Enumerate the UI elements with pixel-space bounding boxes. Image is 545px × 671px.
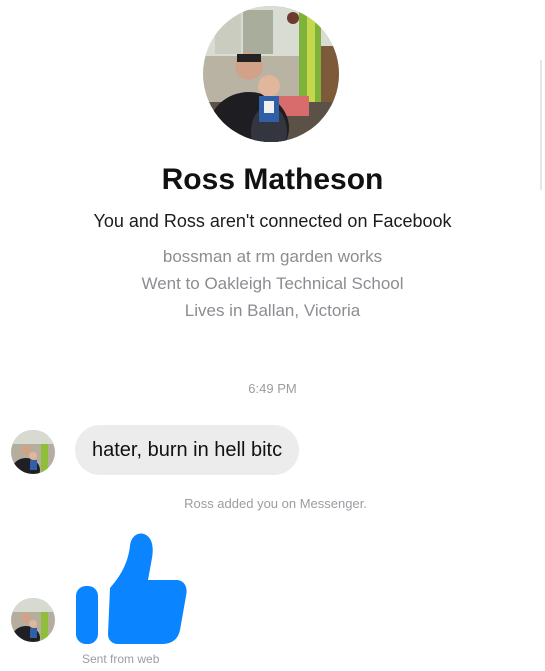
thumbs-up-icon[interactable] [70, 530, 188, 645]
message-timestamp: 6:49 PM [248, 381, 297, 396]
sender-avatar[interactable] [11, 430, 55, 474]
detail-work: bossman at rm garden works [162, 247, 383, 266]
detail-education: Went to Oakleigh Technical School [141, 274, 404, 293]
profile-photo[interactable] [203, 6, 339, 142]
contact-name: Ross Matheson [161, 163, 384, 196]
sender-avatar[interactable] [11, 598, 55, 642]
message-bubble[interactable]: hater, burn in hell bitc [75, 425, 300, 475]
detail-location: Lives in Ballan, Victoria [184, 301, 361, 320]
sent-from-label: Sent from web [82, 652, 160, 666]
messenger-conversation: Ross Matheson You and Ross aren't connec… [0, 0, 545, 671]
system-notice: Ross added you on Messenger. [184, 496, 367, 511]
connection-status: You and Ross aren't connected on Faceboo… [93, 211, 452, 231]
